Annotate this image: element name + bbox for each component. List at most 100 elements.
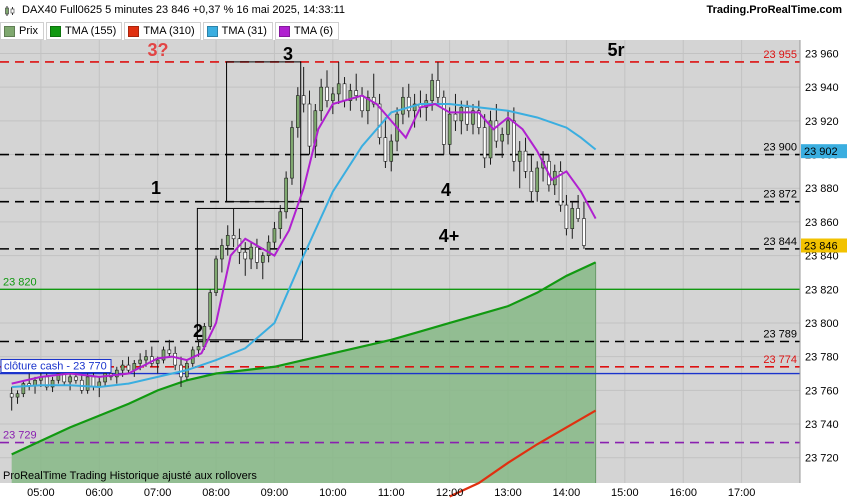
candle-body [325,86,329,101]
brand-label: Trading.ProRealTime.com [706,4,842,16]
legend-label: Prix [19,25,38,37]
candle-body [255,246,259,263]
y-tick-label: 23 820 [805,284,839,296]
x-tick-label: 09:00 [261,487,289,499]
x-tick-label: 07:00 [144,487,172,499]
indicator-legend: Prix TMA (155) TMA (310) TMA (31) TMA (6… [0,22,341,40]
candle-body [138,359,142,364]
y-tick-label: 23 960 [805,48,839,60]
candle-body [465,107,469,125]
price-tag-label: 23 846 [804,240,838,252]
x-tick-label: 14:00 [553,487,581,499]
candle-body [103,373,107,383]
candle-body [307,103,312,147]
x-tick-label: 08:00 [202,487,230,499]
candle-body [249,246,253,260]
legend-tma-6[interactable]: TMA (6) [274,22,340,40]
candle-body [120,364,125,371]
candle-body [582,218,586,246]
candle-body [453,113,458,122]
candle-body [231,235,236,240]
candle-body [383,137,388,162]
candle-body [389,140,394,162]
candle-body [570,208,575,229]
candle-body [167,349,172,354]
level-label: 23 900 [763,142,797,154]
legend-tma-31[interactable]: TMA (31) [202,22,273,40]
legend-prix[interactable]: Prix [0,22,44,40]
legend-label: TMA (6) [293,25,334,37]
level-label: 23 955 [763,49,797,61]
candle-body [220,245,224,260]
candle-body [331,93,335,101]
candle-body [529,171,534,192]
y-tick-label: 23 940 [805,82,839,94]
candle-body [144,356,148,361]
level-label: 23 774 [763,354,797,366]
price-chart[interactable]: 23 955 23 900 23 872 23 844 23 820 23 789 23 7… [0,0,850,500]
candle-body [214,258,218,293]
header-bar: DAX40 Full0625 5 minutes 23 846 +0,37 % … [0,0,850,22]
candle-body [564,204,569,229]
legend-swatch [49,25,61,37]
candle-body [155,359,160,364]
candle-body [91,376,96,388]
x-tick-label: 15:00 [611,487,639,499]
legend-tma-310[interactable]: TMA (310) [124,22,201,40]
candle-body [290,127,294,179]
candle-body [406,96,411,112]
level-label: 23 844 [763,236,797,248]
candle-body [126,364,131,371]
candle-body [225,235,230,246]
y-tick-label: 23 860 [805,217,839,229]
candle-body [342,83,347,101]
y-tick-label: 23 720 [805,453,839,465]
candle-body [33,379,37,386]
y-tick-label: 23 800 [805,318,839,330]
wave-annotation: 3 [283,44,293,64]
candlestick-icon [5,6,15,16]
legend-swatch [128,25,140,37]
wave-annotation: 4 [441,180,451,200]
y-tick-label: 23 880 [805,183,839,195]
candle-body [523,150,528,172]
y-tick-label: 23 740 [805,419,839,431]
legend-label: TMA (310) [143,25,195,37]
y-tick-label: 23 760 [805,385,839,397]
candle-body [401,96,405,115]
candle-body [436,80,440,98]
candle-body [21,383,26,395]
candle-body [512,120,516,162]
candle-body [296,95,300,128]
footer-note: ProRealTime Trading Historique ajusté au… [3,470,257,482]
candle-body [517,150,522,162]
legend-swatch [278,25,290,37]
candle-body [15,393,20,398]
legend-tma-155[interactable]: TMA (155) [45,22,123,40]
legend-swatch [4,25,15,37]
candle-body [319,86,323,112]
x-tick-label: 12:00 [436,487,464,499]
level-label: 23 729 [3,430,37,442]
candle-body [74,376,78,381]
candle-body [196,346,201,351]
candle-body [260,255,265,263]
wave-annotation: 4+ [439,226,460,246]
level-label: clôture cash - 23 770 [4,361,107,373]
candle-body [500,134,504,142]
wave-annotation: 5r [607,40,624,60]
price-tag-label: 23 902 [804,146,838,158]
wave-annotation: 1 [151,178,161,198]
legend-label: TMA (155) [64,25,117,37]
candle-body [173,353,177,366]
candle-body [9,393,14,398]
level-label: 23 820 [3,276,37,288]
x-tick-label: 11:00 [378,487,405,499]
candle-body [354,90,359,96]
y-tick-label: 23 920 [805,116,839,128]
y-tick-label: 23 780 [805,352,839,364]
candle-body [68,376,72,383]
legend-label: TMA (31) [221,25,267,37]
candle-body [482,127,487,159]
legend-swatch [206,25,218,37]
